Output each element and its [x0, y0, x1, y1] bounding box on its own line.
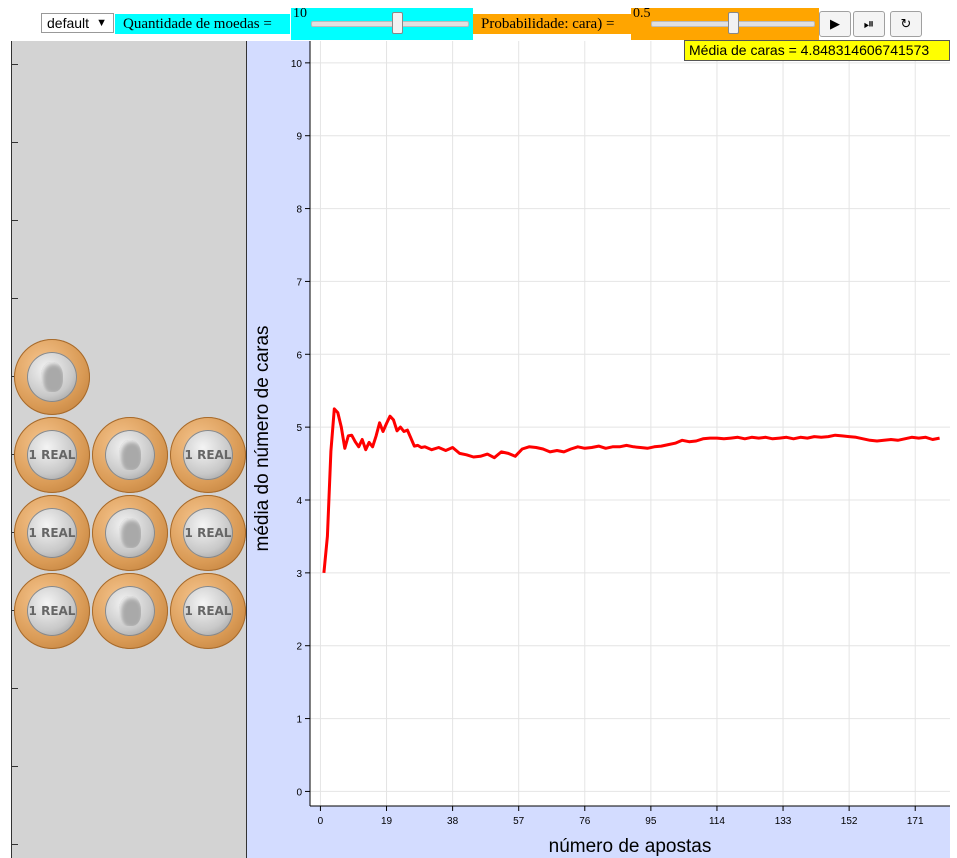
y-tick-label: 0 — [296, 787, 302, 798]
plot-background — [310, 41, 950, 806]
x-tick-label: 171 — [907, 816, 924, 827]
x-tick-label: 95 — [645, 816, 657, 827]
y-tick-label: 10 — [291, 59, 303, 70]
y-axis-label: média do número de caras — [252, 325, 273, 551]
y-tick-label: 5 — [296, 423, 302, 434]
x-tick-label: 133 — [775, 816, 792, 827]
y-tick-label: 3 — [296, 569, 302, 580]
x-tick-label: 76 — [579, 816, 591, 827]
y-tick-label: 9 — [296, 132, 302, 143]
x-tick-label: 57 — [513, 816, 525, 827]
y-tick-label: 8 — [296, 205, 302, 216]
y-tick-label: 7 — [296, 277, 302, 288]
y-tick-label: 1 — [296, 715, 302, 726]
heads-mean-readout: Média de caras = 4.848314606741573 — [684, 40, 950, 61]
x-axis-label: número de apostas — [549, 836, 712, 857]
y-tick-label: 2 — [296, 642, 302, 653]
y-tick-label: 4 — [296, 496, 302, 507]
average-heads-chart: 0 1 2 3 4 5 6 7 8 9 10 0 19 38 57 76 95 114 133 152 171 númer… — [252, 41, 950, 857]
x-tick-label: 114 — [709, 816, 725, 827]
x-tick-label: 19 — [381, 816, 393, 827]
x-tick-label: 152 — [841, 816, 858, 827]
y-tick-label: 6 — [296, 350, 302, 361]
x-tick-label: 38 — [447, 816, 459, 827]
x-tick-label: 0 — [318, 816, 324, 827]
